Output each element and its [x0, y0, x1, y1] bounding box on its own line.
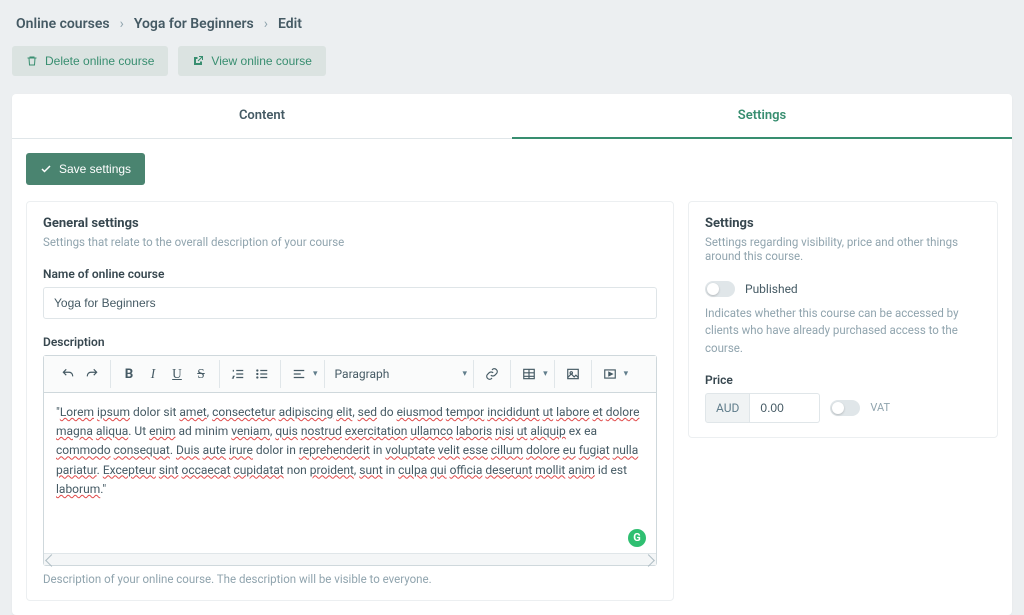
- published-label: Published: [745, 282, 798, 296]
- general-subtitle: Settings that relate to the overall desc…: [43, 235, 657, 249]
- general-title: General settings: [43, 216, 657, 231]
- chevron-right-icon: ›: [120, 16, 124, 32]
- breadcrumb-root[interactable]: Online courses: [16, 16, 110, 32]
- redo-icon: [85, 367, 99, 381]
- settings-panel-subtitle: Settings regarding visibility, price and…: [705, 235, 981, 263]
- delete-course-button[interactable]: Delete online course: [12, 46, 168, 76]
- course-name-label: Name of online course: [43, 267, 657, 281]
- breadcrumb: Online courses › Yoga for Beginners › Ed…: [16, 16, 1012, 32]
- settings-card: Content Settings Save settings General s…: [12, 94, 1012, 615]
- tab-bar: Content Settings: [12, 94, 1012, 139]
- trash-icon: [26, 55, 38, 67]
- vat-toggle[interactable]: [830, 400, 860, 416]
- link-button[interactable]: [480, 362, 504, 386]
- media-button[interactable]: [598, 362, 622, 386]
- chevron-right-icon: ›: [264, 16, 268, 32]
- editor-toolbar: B I U S: [44, 356, 656, 393]
- align-left-icon: [292, 367, 306, 381]
- chevron-down-icon: ▾: [624, 369, 629, 379]
- align-button[interactable]: [287, 362, 311, 386]
- price-label: Price: [705, 373, 981, 387]
- delete-course-label: Delete online course: [45, 54, 154, 68]
- view-course-button[interactable]: View online course: [178, 46, 326, 76]
- table-button[interactable]: [517, 362, 541, 386]
- ordered-list-button[interactable]: [226, 362, 250, 386]
- link-icon: [485, 367, 499, 381]
- ordered-list-icon: [231, 367, 245, 381]
- chevron-down-icon: ▾: [543, 369, 548, 379]
- check-icon: [40, 163, 52, 175]
- underline-button[interactable]: U: [165, 362, 189, 386]
- editor-horizontal-scrollbar[interactable]: [44, 553, 656, 565]
- course-name-input[interactable]: [43, 287, 657, 319]
- description-label: Description: [43, 335, 657, 349]
- image-button[interactable]: [561, 362, 585, 386]
- strikethrough-button[interactable]: S: [189, 362, 213, 386]
- undo-icon: [61, 367, 75, 381]
- undo-button[interactable]: [56, 362, 80, 386]
- italic-button[interactable]: I: [141, 362, 165, 386]
- published-description: Indicates whether this course can be acc…: [705, 305, 981, 357]
- paragraph-style-select[interactable]: Paragraph: [331, 365, 461, 383]
- general-settings-panel: General settings Settings that relate to…: [26, 201, 674, 601]
- chevron-down-icon: ▾: [463, 369, 468, 379]
- chevron-down-icon: ▾: [313, 369, 318, 379]
- paragraph-style-label: Paragraph: [335, 367, 390, 381]
- bullet-list-icon: [255, 367, 269, 381]
- currency-prefix: AUD: [705, 393, 750, 423]
- external-link-icon: [192, 55, 204, 67]
- bullet-list-button[interactable]: [250, 362, 274, 386]
- table-icon: [522, 367, 536, 381]
- view-course-label: View online course: [211, 54, 312, 68]
- tab-content[interactable]: Content: [12, 94, 512, 138]
- published-toggle[interactable]: [705, 281, 735, 297]
- breadcrumb-page: Edit: [278, 16, 302, 32]
- redo-button[interactable]: [80, 362, 104, 386]
- visibility-settings-panel: Settings Settings regarding visibility, …: [688, 201, 998, 438]
- save-settings-button[interactable]: Save settings: [26, 153, 145, 185]
- grammarly-icon[interactable]: G: [628, 529, 646, 547]
- vat-label: VAT: [870, 401, 890, 414]
- tab-settings[interactable]: Settings: [512, 94, 1012, 139]
- rich-text-editor: B I U S: [43, 355, 657, 566]
- settings-panel-title: Settings: [705, 216, 981, 231]
- description-help-text: Description of your online course. The d…: [43, 572, 657, 586]
- image-icon: [566, 367, 580, 381]
- description-editor-body[interactable]: "Lorem ipsum dolor sit amet, consectetur…: [44, 393, 656, 553]
- save-settings-label: Save settings: [59, 162, 131, 176]
- breadcrumb-course[interactable]: Yoga for Beginners: [134, 16, 254, 32]
- price-input[interactable]: [750, 393, 820, 423]
- play-icon: [603, 367, 617, 381]
- bold-button[interactable]: B: [117, 362, 141, 386]
